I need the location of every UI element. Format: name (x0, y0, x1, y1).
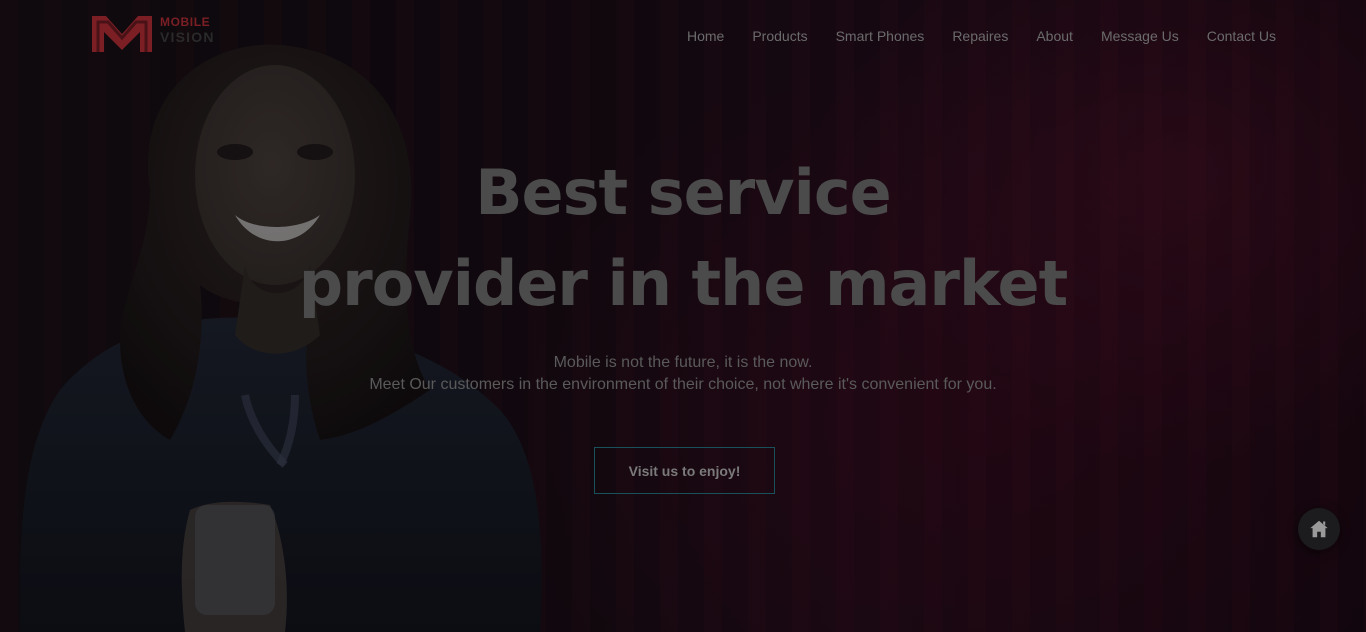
top-navigation: Home Products Smart Phones Repaires Abou… (687, 26, 1276, 46)
nav-message-us[interactable]: Message Us (1101, 26, 1179, 46)
nav-about[interactable]: About (1036, 26, 1073, 46)
home-fab-button[interactable] (1298, 508, 1340, 550)
hero-subtext-line2: Meet Our customers in the environment of… (369, 376, 997, 393)
hero-subtext-line1: Mobile is not the future, it is the now. (553, 354, 813, 371)
brand-top-text: MOBILE (160, 15, 211, 29)
nav-products[interactable]: Products (752, 26, 807, 46)
m-logo-icon (92, 16, 152, 52)
nav-contact-us[interactable]: Contact Us (1207, 26, 1276, 46)
home-icon (1310, 520, 1328, 538)
nav-smart-phones[interactable]: Smart Phones (836, 26, 925, 46)
brand-logo[interactable]: MOBILE VISION (88, 10, 228, 58)
hero-headline-line2: provider in the market (298, 247, 1068, 320)
hero-subtext: Mobile is not the future, it is the now.… (0, 352, 1366, 396)
hero-headline: Best service provider in the market (0, 150, 1366, 332)
nav-repaires[interactable]: Repaires (952, 26, 1008, 46)
hero-section: MOBILE VISION Home Products Smart Phones… (0, 0, 1366, 632)
nav-home[interactable]: Home (687, 26, 724, 46)
brand-bottom-text: VISION (160, 29, 215, 45)
visit-us-button[interactable]: Visit us to enjoy! (594, 447, 775, 494)
hero-headline-line1: Best service (475, 156, 891, 229)
